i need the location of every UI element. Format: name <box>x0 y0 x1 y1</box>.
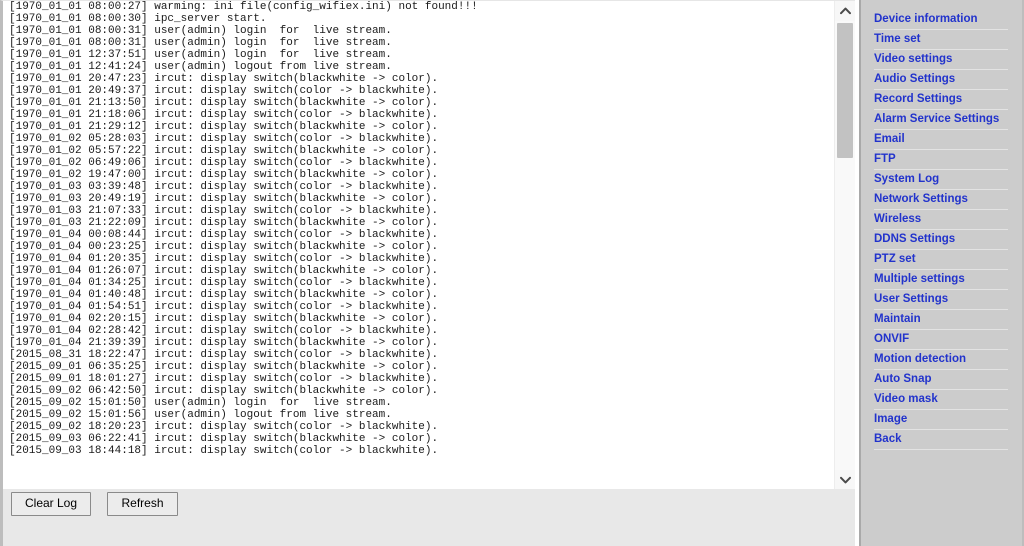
scroll-down-button[interactable] <box>835 470 855 489</box>
menu-item-label: Time set <box>874 33 921 45</box>
menu-item-label: DDNS Settings <box>874 233 956 245</box>
log-line: [2015_09_02 18:20:23] ircut: display swi… <box>9 421 439 433</box>
scrollbar-track[interactable] <box>835 21 855 470</box>
menu-item-label: Back <box>874 433 902 445</box>
log-line: [1970_01_01 21:18:06] ircut: display swi… <box>9 109 439 121</box>
menu-item-label: Audio Settings <box>874 73 956 85</box>
system-log-page: [1970_01_01 08:00:27] warming: ini file(… <box>0 0 1024 546</box>
log-line: [1970_01_02 06:49:06] ircut: display swi… <box>9 157 439 169</box>
log-line: [1970_01_04 01:40:48] ircut: display swi… <box>9 289 439 301</box>
menu-item-label: User Settings <box>874 293 949 305</box>
menu-item-audio-settings[interactable]: Audio Settings <box>861 72 1022 92</box>
log-line: [1970_01_04 01:34:25] ircut: display swi… <box>9 277 439 289</box>
log-line: [1970_01_04 00:23:25] ircut: display swi… <box>9 241 439 253</box>
menu-item-label: Motion detection <box>874 353 966 365</box>
log-line: [1970_01_02 05:28:03] ircut: display swi… <box>9 133 439 145</box>
log-textarea[interactable]: [1970_01_01 08:00:27] warming: ini file(… <box>0 0 855 489</box>
menu-item-email[interactable]: Email <box>861 132 1022 152</box>
menu-item-label: PTZ set <box>874 253 916 265</box>
menu-item-label: Network Settings <box>874 193 968 205</box>
menu-item-video-mask[interactable]: Video mask <box>861 392 1022 412</box>
menu-item-back[interactable]: Back <box>861 432 1022 452</box>
chevron-down-icon <box>839 476 851 484</box>
menu-item-ddns-settings[interactable]: DDNS Settings <box>861 232 1022 252</box>
log-line: [1970_01_01 08:00:31] user(admin) login … <box>9 25 392 37</box>
menu-item-label: Video mask <box>874 393 938 405</box>
log-line: [1970_01_01 21:29:12] ircut: display swi… <box>9 121 439 133</box>
menu-item-system-log[interactable]: System Log <box>861 172 1022 192</box>
log-scrollbar[interactable] <box>834 1 855 489</box>
menu-item-ftp[interactable]: FTP <box>861 152 1022 172</box>
menu-item-label: System Log <box>874 173 940 185</box>
log-content: [1970_01_01 08:00:27] warming: ini file(… <box>9 1 829 457</box>
log-line: [1970_01_01 08:00:27] warming: ini file(… <box>9 1 478 13</box>
menu-item-label: ONVIF <box>874 333 910 345</box>
menu-item-wireless[interactable]: Wireless <box>861 212 1022 232</box>
log-line: [1970_01_04 01:54:51] ircut: display swi… <box>9 301 439 313</box>
chevron-up-icon <box>839 7 851 15</box>
menu-item-label: FTP <box>874 153 896 165</box>
log-line: [2015_09_02 06:42:50] ircut: display swi… <box>9 385 439 397</box>
menu-item-onvif[interactable]: ONVIF <box>861 332 1022 352</box>
menu-item-user-settings[interactable]: User Settings <box>861 292 1022 312</box>
menu-item-device-information[interactable]: Device information <box>861 12 1022 32</box>
menu-item-video-settings[interactable]: Video settings <box>861 52 1022 72</box>
log-line: [1970_01_01 12:41:24] user(admin) logout… <box>9 61 392 73</box>
menu-item-label: Wireless <box>874 213 922 225</box>
log-line: [2015_08_31 18:22:47] ircut: display swi… <box>9 349 439 361</box>
menu-item-label: Auto Snap <box>874 373 932 385</box>
log-line: [2015_09_01 18:01:27] ircut: display swi… <box>9 373 439 385</box>
log-action-bar: Clear Log Refresh <box>0 489 855 546</box>
menu-item-motion-detection[interactable]: Motion detection <box>861 352 1022 372</box>
log-line: [1970_01_01 08:00:31] user(admin) login … <box>9 37 392 49</box>
log-line: [1970_01_01 20:47:23] ircut: display swi… <box>9 73 439 85</box>
clear-log-button[interactable]: Clear Log <box>11 492 92 516</box>
menu-item-label: Record Settings <box>874 93 963 105</box>
menu-item-image[interactable]: Image <box>861 412 1022 432</box>
scrollbar-thumb[interactable] <box>837 23 853 158</box>
log-line: [1970_01_04 00:08:44] ircut: display swi… <box>9 229 439 241</box>
menu-item-alarm-service-settings[interactable]: Alarm Service Settings <box>861 112 1022 132</box>
scroll-up-button[interactable] <box>835 1 855 21</box>
menu-item-record-settings[interactable]: Record Settings <box>861 92 1022 112</box>
log-line: [1970_01_03 21:07:33] ircut: display swi… <box>9 205 439 217</box>
log-line: [2015_09_01 06:35:25] ircut: display swi… <box>9 361 439 373</box>
log-line: [2015_09_03 18:44:18] ircut: display swi… <box>9 445 439 457</box>
menu-item-label: Email <box>874 133 905 145</box>
log-line: [1970_01_03 03:39:48] ircut: display swi… <box>9 181 439 193</box>
log-line: [1970_01_01 08:00:30] ipc_server start. <box>9 13 267 25</box>
refresh-button[interactable]: Refresh <box>107 492 178 516</box>
log-line: [1970_01_04 01:26:07] ircut: display swi… <box>9 265 439 277</box>
log-line: [2015_09_03 06:22:41] ircut: display swi… <box>9 433 439 445</box>
log-line: [1970_01_04 02:20:15] ircut: display swi… <box>9 313 439 325</box>
settings-menu: Device information Time set Video settings… <box>861 0 1024 546</box>
log-line: [1970_01_04 21:39:39] ircut: display swi… <box>9 337 439 349</box>
log-line: [1970_01_01 12:37:51] user(admin) login … <box>9 49 392 61</box>
menu-item-label: Device information <box>874 13 978 25</box>
log-line: [1970_01_01 21:13:50] ircut: display swi… <box>9 97 439 109</box>
log-line: [1970_01_03 21:22:09] ircut: display swi… <box>9 217 439 229</box>
menu-item-multiple-settings[interactable]: Multiple settings <box>861 272 1022 292</box>
log-line: [1970_01_02 19:47:00] ircut: display swi… <box>9 169 439 181</box>
menu-item-maintain[interactable]: Maintain <box>861 312 1022 332</box>
log-line: [1970_01_04 02:28:42] ircut: display swi… <box>9 325 439 337</box>
menu-item-label: Maintain <box>874 313 921 325</box>
menu-item-label: Multiple settings <box>874 273 965 285</box>
menu-item-label: Video settings <box>874 53 953 65</box>
log-line: [2015_09_02 15:01:50] user(admin) login … <box>9 397 392 409</box>
menu-item-network-settings[interactable]: Network Settings <box>861 192 1022 212</box>
menu-item-time-set[interactable]: Time set <box>861 32 1022 52</box>
menu-item-label: Image <box>874 413 908 425</box>
log-line: [1970_01_04 01:20:35] ircut: display swi… <box>9 253 439 265</box>
log-pane: [1970_01_01 08:00:27] warming: ini file(… <box>0 0 855 546</box>
log-line: [1970_01_02 05:57:22] ircut: display swi… <box>9 145 439 157</box>
menu-item-ptz-set[interactable]: PTZ set <box>861 252 1022 272</box>
log-line: [1970_01_03 20:49:19] ircut: display swi… <box>9 193 439 205</box>
menu-item-auto-snap[interactable]: Auto Snap <box>861 372 1022 392</box>
log-line: [2015_09_02 15:01:56] user(admin) logout… <box>9 409 392 421</box>
log-line: [1970_01_01 20:49:37] ircut: display swi… <box>9 85 439 97</box>
menu-item-label: Alarm Service Settings <box>874 113 1000 125</box>
